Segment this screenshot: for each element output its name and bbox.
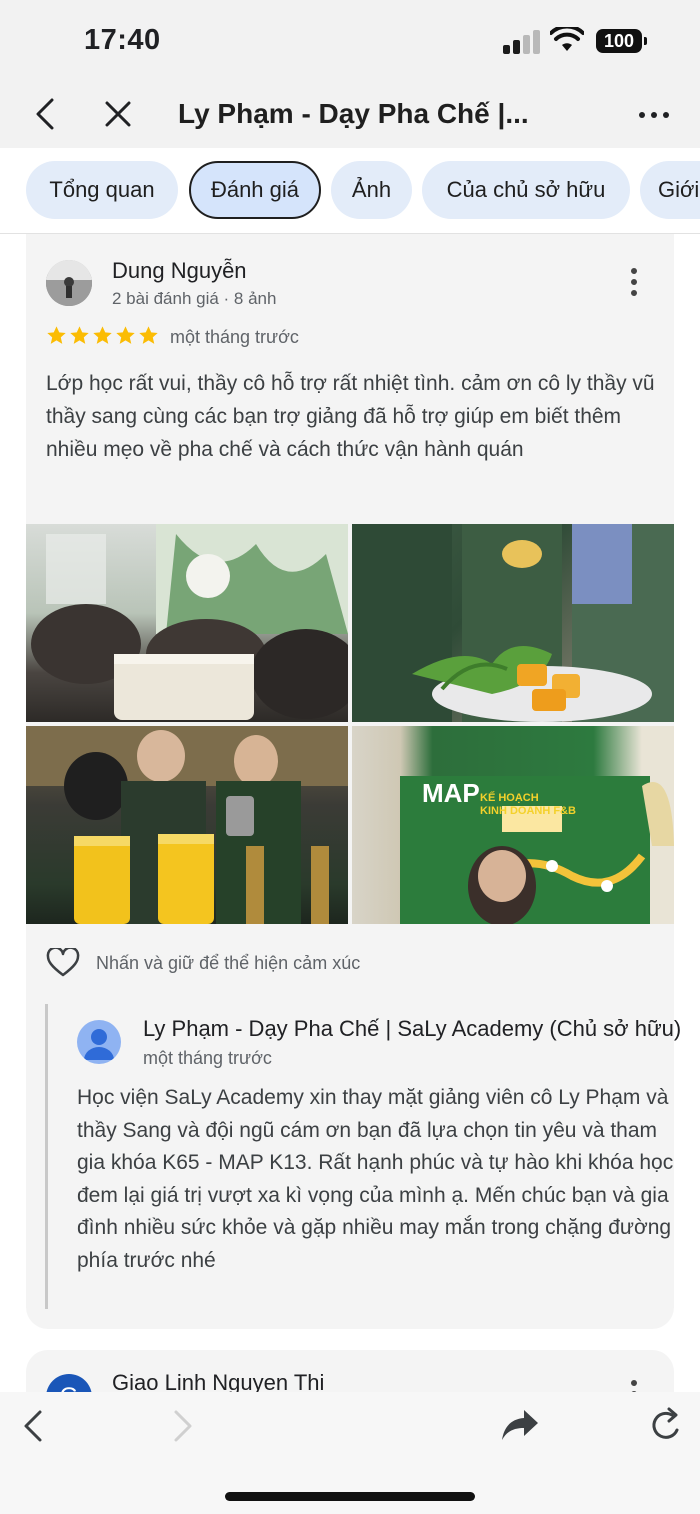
star-icon bbox=[93, 326, 112, 344]
back-arrow-icon[interactable] bbox=[30, 96, 64, 132]
home-indicator bbox=[225, 1492, 475, 1501]
review-text: Lớp học rất vui, thầy cô hỗ trợ rất nhiệ… bbox=[46, 372, 655, 461]
classroom-photo[interactable] bbox=[26, 524, 348, 722]
status-time: 17:40 bbox=[84, 24, 161, 56]
tab-about[interactable]: Giới bbox=[640, 161, 700, 219]
close-icon[interactable] bbox=[102, 96, 134, 132]
owner-reply-date: một tháng trước bbox=[143, 1048, 272, 1068]
star-icon bbox=[116, 326, 135, 344]
map-sign-subtitle: KẾ HOẠCH KINH DOANH F&B bbox=[480, 792, 576, 817]
more-vertical-icon[interactable] bbox=[622, 266, 646, 298]
battery-icon: 100 bbox=[596, 29, 647, 53]
dessert-photo[interactable] bbox=[352, 524, 674, 722]
presentation-photo[interactable]: MAP KẾ HOẠCH KINH DOANH F&B bbox=[352, 726, 674, 924]
star-icon bbox=[47, 326, 66, 344]
avatar[interactable] bbox=[46, 260, 92, 306]
reload-icon[interactable] bbox=[648, 1406, 684, 1444]
author-name[interactable]: Giao Linh Nguyen Thi bbox=[112, 1370, 324, 1392]
more-horizontal-icon[interactable] bbox=[634, 100, 674, 130]
owner-name: Ly Phạm - Dạy Pha Chế | SaLy Academy (Ch… bbox=[143, 1016, 682, 1041]
author-name[interactable]: Dung Nguyễn bbox=[112, 258, 247, 284]
tab-photos[interactable]: Ảnh bbox=[331, 161, 412, 219]
page-title: Ly Phạm - Dạy Pha Chế |... bbox=[178, 98, 529, 129]
drinks-photo[interactable] bbox=[26, 726, 348, 924]
more-vertical-icon[interactable] bbox=[622, 1378, 646, 1392]
tab-owner[interactable]: Của chủ sở hữu bbox=[422, 161, 630, 219]
review-photo-grid: MAP KẾ HOẠCH KINH DOANH F&B bbox=[26, 524, 674, 924]
reaction-hint[interactable]: Nhấn và giữ để thể hiện cảm xúc bbox=[96, 953, 360, 974]
heart-icon[interactable] bbox=[46, 948, 80, 978]
owner-avatar bbox=[77, 1020, 121, 1064]
tab-reviews[interactable]: Đánh giá bbox=[189, 161, 321, 219]
owner-reply: Ly Phạm - Dạy Pha Chế | SaLy Academy (Ch… bbox=[45, 1004, 681, 1309]
reviews-list[interactable]: Dung Nguyễn 2 bài đánh giá · 8 ảnh một t… bbox=[0, 234, 700, 1392]
review-date: một tháng trước bbox=[170, 327, 299, 347]
tab-bar: Tổng quan Đánh giá Ảnh Của chủ sở hữu Gi… bbox=[0, 148, 700, 234]
tab-overview[interactable]: Tổng quan bbox=[26, 161, 178, 219]
review-card: Dung Nguyễn 2 bài đánh giá · 8 ảnh một t… bbox=[26, 234, 681, 1329]
map-sign: MAP bbox=[422, 778, 480, 808]
share-icon[interactable] bbox=[500, 1408, 540, 1442]
star-icon bbox=[70, 326, 89, 344]
star-rating bbox=[46, 325, 159, 346]
signal-icon bbox=[503, 30, 541, 54]
author-meta: 2 bài đánh giá · 8 ảnh bbox=[112, 289, 277, 308]
forward-icon[interactable] bbox=[170, 1408, 194, 1444]
review-card: G Giao Linh Nguyen Thi bbox=[26, 1350, 674, 1392]
star-icon bbox=[139, 326, 158, 344]
back-icon[interactable] bbox=[22, 1408, 46, 1444]
wifi-icon bbox=[550, 27, 584, 51]
owner-reply-text: Học viện SaLy Academy xin thay mặt giảng… bbox=[77, 1086, 674, 1272]
browser-toolbar bbox=[0, 1392, 700, 1514]
status-bar: 17:40 100 bbox=[0, 0, 700, 82]
nav-header: Ly Phạm - Dạy Pha Chế |... bbox=[0, 82, 700, 148]
avatar[interactable]: G bbox=[46, 1374, 92, 1392]
